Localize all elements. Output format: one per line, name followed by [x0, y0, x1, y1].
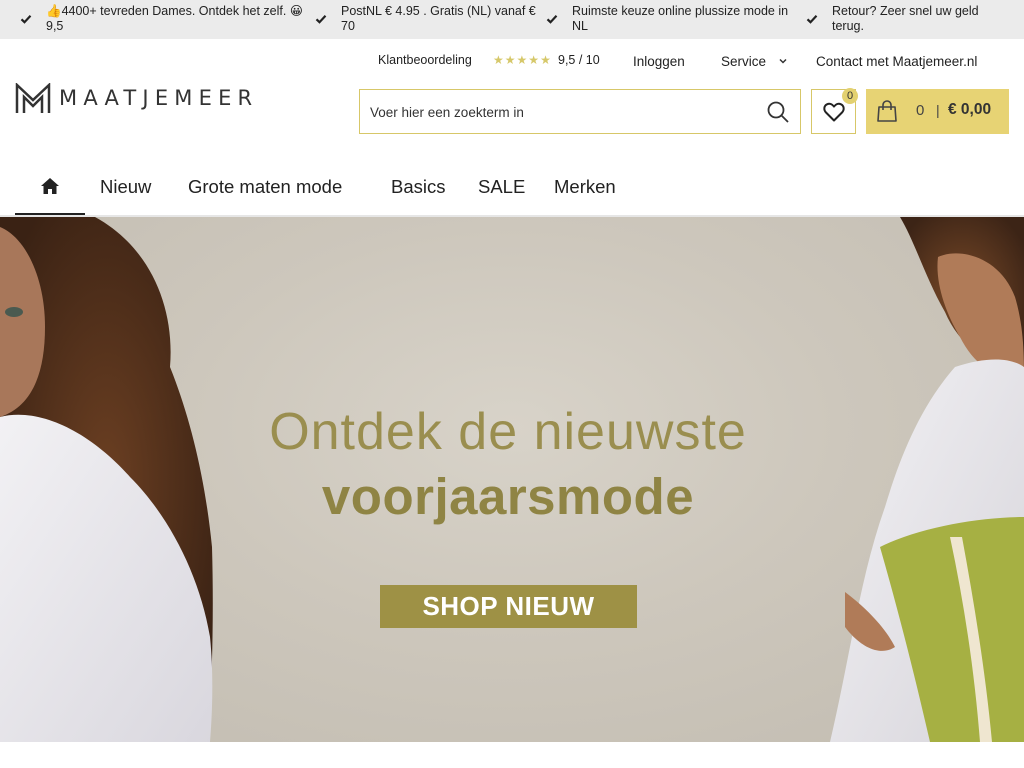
check-icon: [546, 15, 558, 24]
search-box: [359, 89, 801, 134]
usp-text: Retour? Zeer snel uw geld terug.: [832, 4, 979, 33]
logo[interactable]: MAATJEMEER: [15, 82, 252, 114]
nav-home[interactable]: [15, 155, 85, 215]
rating-label[interactable]: Klantbeoordeling: [378, 53, 472, 67]
logo-mark-icon: [15, 82, 51, 113]
login-link[interactable]: Inloggen: [633, 54, 685, 69]
check-icon: [806, 15, 818, 24]
home-icon: [41, 178, 59, 194]
usp-item: Ruimste keuze online plussize mode in NL: [546, 4, 801, 34]
cart-button[interactable]: 0 | € 0,00: [866, 89, 1009, 134]
cart-count: 0: [916, 102, 925, 119]
search-icon[interactable]: [766, 100, 790, 124]
top-links: Klantbeoordeling ★ ★ ★ ★ ★ 9,5 / 10 Inlo…: [0, 52, 1024, 70]
rating-value[interactable]: 9,5 / 10: [558, 53, 600, 67]
service-menu[interactable]: Service: [721, 54, 766, 69]
usp-text: Ruimste keuze online plussize mode in NL: [572, 4, 789, 33]
wishlist-count-badge: 0: [842, 88, 858, 104]
hero-banner[interactable]: Ontdek de nieuwste voorjaarsmode SHOP NI…: [0, 217, 1024, 742]
star-icon: ★: [540, 53, 551, 67]
main-navigation: Nieuw Grote maten mode Basics SALE Merke…: [0, 155, 1024, 216]
usp-text: PostNL € 4.95 . Gratis (NL) vanaf € 70: [341, 4, 536, 33]
nav-item-basics[interactable]: Basics: [391, 176, 446, 198]
cart-total: € 0,00: [948, 101, 992, 118]
nav-item-merken[interactable]: Merken: [554, 176, 616, 198]
nav-item-grote-maten-mode[interactable]: Grote maten mode: [188, 176, 342, 198]
star-icon: ★: [516, 53, 528, 67]
hero-subheading: voorjaarsmode: [321, 468, 695, 525]
star-icon: ★: [504, 53, 516, 67]
nav-item-sale[interactable]: SALE: [478, 176, 525, 198]
check-icon: [315, 15, 327, 24]
usp-item: PostNL € 4.95 . Gratis (NL) vanaf € 70: [315, 4, 540, 34]
nav-item-nieuw[interactable]: Nieuw: [100, 176, 151, 198]
star-icon: ★: [493, 53, 504, 67]
shop-nieuw-button[interactable]: SHOP NIEUW: [380, 585, 637, 628]
usp-item: Retour? Zeer snel uw geld terug.: [806, 4, 1011, 34]
logo-text: MAATJEMEER: [59, 86, 259, 110]
chevron-down-icon[interactable]: [778, 56, 788, 66]
check-icon: [20, 15, 32, 24]
usp-item: 👍4400+ tevreden Dames. Ontdek het zelf. …: [20, 4, 310, 34]
hero-heading: Ontdek de nieuwste: [269, 403, 747, 461]
search-input[interactable]: [370, 101, 760, 123]
usp-bar: 👍4400+ tevreden Dames. Ontdek het zelf. …: [0, 0, 1024, 39]
cart-separator: |: [936, 102, 940, 118]
star-icon: ★: [528, 53, 540, 67]
rating-stars[interactable]: ★ ★ ★ ★ ★: [493, 53, 551, 67]
heart-icon: [823, 102, 845, 122]
shopping-bag-icon: [877, 100, 897, 122]
usp-text: 👍4400+ tevreden Dames. Ontdek het zelf. …: [46, 4, 303, 33]
contact-link[interactable]: Contact met Maatjemeer.nl: [816, 54, 977, 69]
